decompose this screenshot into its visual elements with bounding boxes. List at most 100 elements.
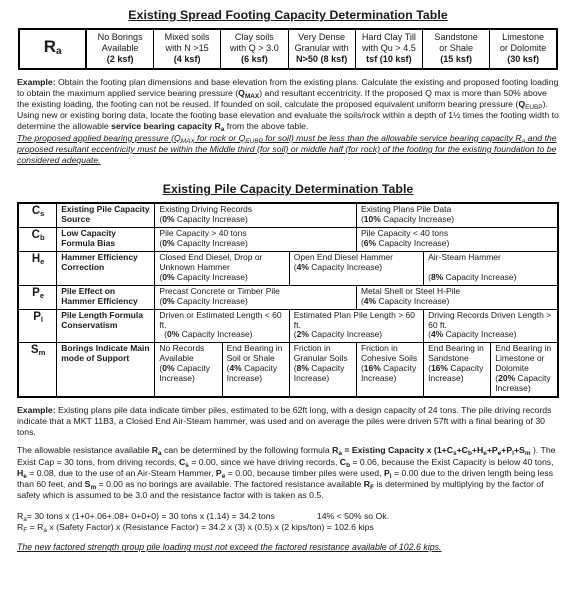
cell-pct: 0% bbox=[162, 363, 175, 374]
cell-text: Pile Capacity > 40 tons bbox=[159, 228, 247, 239]
closing-sub-3: a bbox=[521, 137, 526, 145]
cell-sm-1: End Bearing in Soil or Shale (4% Capacit… bbox=[221, 342, 290, 398]
symbol-sub: e bbox=[39, 290, 45, 300]
cell-cb-1: Pile Capacity < 40 tons (6% Capacity Incr… bbox=[355, 227, 559, 252]
row-symbol-sm: Sm bbox=[17, 342, 58, 398]
spread-footing-table-title: Existing Spread Footing Capacity Determi… bbox=[128, 8, 448, 22]
cell-text: Friction in Granular Soils bbox=[293, 343, 348, 364]
formula-bold-ra-sub: a bbox=[338, 450, 342, 458]
cell-he-1: Open End Diesel Hammer (4% Capacity Incre… bbox=[288, 250, 425, 286]
symbol-sub: s bbox=[40, 209, 45, 219]
symbol-sub: b bbox=[39, 233, 45, 243]
symbol-sub: l bbox=[40, 314, 44, 324]
row-description-he: Hammer Efficiency Correction bbox=[56, 250, 156, 286]
pile-closing-statement: The new factored strength group pile loa… bbox=[17, 542, 442, 553]
spread-col-2: Clay soils with Q > 3.0 (6 ksf) bbox=[220, 28, 289, 70]
table-row: Ra No Borings Available (2 ksf) Mixed so… bbox=[18, 28, 558, 70]
col-line-3: tsf (10 ksf) bbox=[366, 53, 412, 64]
calc-line-2-mid: = R bbox=[27, 521, 44, 532]
cell-text: End Bearing in Soil or Shale bbox=[226, 343, 283, 364]
formula-ra-sub: a bbox=[158, 450, 162, 458]
pile-example-paragraph: Example: Existing plans pile data indica… bbox=[0, 398, 576, 501]
col-line-1: Limestone bbox=[502, 32, 545, 42]
col-line-1: Very Dense bbox=[298, 32, 346, 42]
calc-line-1: Ra= 30 tons x (1+0+.06+.08+ 0+0+0) = 30 … bbox=[17, 510, 559, 523]
pile-formula-text: The allowable resistance available Ra ca… bbox=[17, 445, 559, 501]
spread-example-text: Example: Obtain the footing plan dimensi… bbox=[17, 77, 559, 134]
cell-pl-0: Driven or Estimated Length < 60 ft. (0% … bbox=[154, 308, 290, 344]
col-line-3: (15 ksf) bbox=[440, 53, 473, 64]
ra-symbol: R bbox=[43, 37, 56, 57]
cell-pl-2: Driving Records Driven Length > 60 ft. (4… bbox=[423, 308, 559, 344]
cell-sm-3: Friction in Cohesive Soils (16% Capacity … bbox=[355, 342, 425, 398]
spread-footing-table: Ra No Borings Available (2 ksf) Mixed so… bbox=[18, 28, 558, 70]
cell-text: Metal Shell or Steel H-Pile bbox=[360, 285, 461, 296]
calc-line-1-note: 14% < 50% so Ok. bbox=[316, 510, 390, 521]
closing-sub-1: MAX bbox=[180, 137, 195, 145]
cell-suffix: Capacity Increase) bbox=[376, 295, 450, 306]
cell-suffix: Capacity Increase) bbox=[443, 271, 517, 282]
formula-rest-5: = 0.00 as no borings are available. The … bbox=[98, 479, 364, 490]
formula-open: (1+C bbox=[433, 445, 453, 456]
cell-he-0: Closed End Diesel, Drop or Unknown Hamme… bbox=[154, 250, 290, 286]
row-description-pl: Pile Length Formula Conservatism bbox=[56, 308, 156, 344]
spread-closing-statement: The proposed applied bearing pressure (Q… bbox=[17, 133, 559, 166]
cell-pct: 10% bbox=[363, 214, 381, 225]
cell-sm-4: End Bearing in Sandstone (16% Capacity In… bbox=[423, 342, 492, 398]
row-symbol-pe: Pe bbox=[17, 284, 58, 310]
row-description-cb: Low Capacity Formula Bias bbox=[56, 227, 156, 252]
calc-line-1-text: = 30 tons x (1+0+.06+.08+ 0+0+0) = 30 to… bbox=[26, 510, 275, 521]
closing-sub-2: EUBP bbox=[245, 137, 263, 145]
col-line-2: with N >15 bbox=[165, 42, 209, 53]
spread-col-6: Limestone or Dolomite (30 ksf) bbox=[489, 28, 558, 70]
example-body: Existing plans pile data indicate timber… bbox=[17, 405, 552, 438]
col-line-3: (6 ksf) bbox=[240, 53, 268, 64]
var-sm: Sm bbox=[84, 479, 97, 492]
row-description-cs: Existing Pile Capacity Source bbox=[56, 202, 156, 229]
cell-pct: 8% bbox=[430, 271, 444, 282]
pile-capacity-table-wrap: Cs Existing Pile Capacity Source Existin… bbox=[0, 196, 576, 399]
cell-pct: 20% bbox=[498, 373, 516, 384]
formula-seg-3: = Existing Capacity x bbox=[341, 445, 432, 456]
var-cs: Cs bbox=[179, 456, 189, 469]
col-line-2: or Shale bbox=[439, 42, 474, 53]
col-line-1: Sandstone bbox=[434, 32, 478, 42]
cell-text: Pile Capacity < 40 tons bbox=[360, 228, 449, 239]
calc-line-2-mid-sub: a bbox=[43, 526, 47, 534]
cell-pct: 6% bbox=[363, 237, 377, 248]
cell-suffix: Capacity Increase) bbox=[179, 329, 253, 340]
calculation-block: Ra= 30 tons x (1+0+.06+.08+ 0+0+0) = 30 … bbox=[0, 502, 576, 534]
cell-sm-5: End Bearing in Limestone or Dolomite (20%… bbox=[490, 342, 559, 398]
col-line-2: with Qu > 4.5 bbox=[361, 42, 416, 53]
cell-text: Existing Driving Records bbox=[159, 204, 253, 215]
cell-pct: 4% bbox=[229, 363, 242, 374]
table-row-he: He Hammer Efficiency Correction Closed E… bbox=[17, 250, 559, 286]
spread-col-5: Sandstone or Shale (15 ksf) bbox=[421, 28, 491, 70]
cell-cs-1: Existing Plans Pile Data (10% Capacity In… bbox=[355, 202, 559, 229]
q-eubp-sub: EUBP bbox=[525, 104, 543, 112]
symbol-letter: S bbox=[30, 344, 39, 357]
calc-ra-sub: a bbox=[23, 515, 27, 523]
cell-text: No Records Available bbox=[159, 343, 205, 364]
symbol-letter: P bbox=[33, 310, 41, 323]
spread-example-paragraph: Example: Obtain the footing plan dimensi… bbox=[0, 70, 576, 166]
cell-suffix: Capacity Increase) bbox=[174, 271, 248, 282]
document-page: Existing Spread Footing Capacity Determi… bbox=[0, 0, 576, 600]
cell-pl-1: Estimated Plan Pile Length > 60 ft. (2% C… bbox=[288, 308, 425, 344]
cell-pct: 4% bbox=[430, 329, 444, 340]
symbol-sub: m bbox=[38, 348, 46, 358]
col-line-1: Hard Clay Till bbox=[361, 32, 416, 42]
q-max-symbol: Q bbox=[238, 87, 245, 98]
calc-rf-sub: F bbox=[23, 526, 28, 534]
example-label: Example: bbox=[17, 405, 56, 416]
cell-text: Closed End Diesel, Drop or Unknown Hamme… bbox=[159, 251, 263, 272]
cell-pct: 16% bbox=[430, 363, 448, 374]
formula-seg-2: can be determined by the following formu… bbox=[161, 445, 333, 456]
row-symbol-cb: Cb bbox=[17, 227, 58, 252]
cell-suffix: Capacity Increase) bbox=[443, 329, 517, 340]
var-cb: Cb bbox=[339, 456, 350, 469]
cell-suffix: Capacity Increase) bbox=[308, 261, 383, 272]
table-row-pl: Pl Pile Length Formula Conservatism Driv… bbox=[17, 308, 559, 344]
spread-footing-table-wrap: Ra No Borings Available (2 ksf) Mixed so… bbox=[0, 22, 576, 70]
